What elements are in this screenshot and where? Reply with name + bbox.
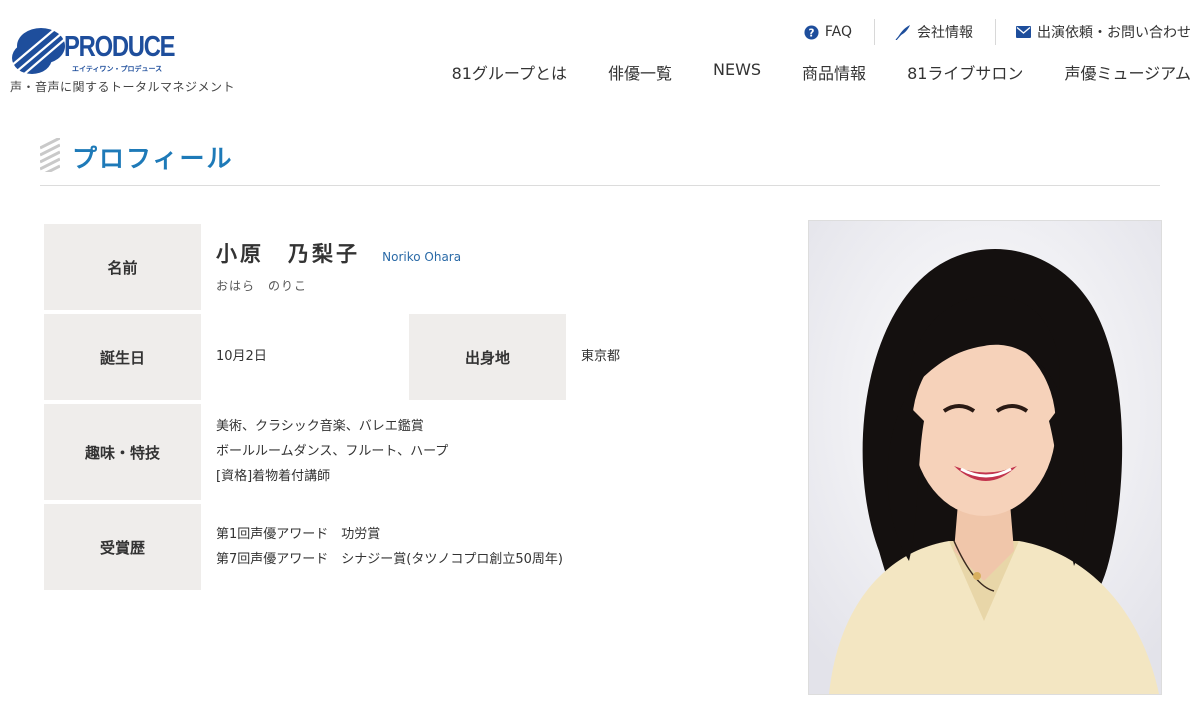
question-circle-icon: ?: [804, 24, 819, 40]
logo-wordmark: PRODUCE: [64, 31, 176, 63]
birthday-label: 誕生日: [44, 314, 201, 400]
logo-tagline: 声・音声に関するトータルマネジメント: [10, 80, 236, 94]
awards-label: 受賞歴: [44, 504, 201, 590]
section-header: プロフィール: [40, 137, 1160, 186]
birthday-value: 10月2日: [216, 349, 267, 364]
utility-nav: ? FAQ 会社情報 出演依頼・お問い合わせ: [804, 19, 1191, 45]
name-jp: 小原 乃梨子: [216, 242, 360, 266]
company-info-link[interactable]: 会社情報: [875, 19, 973, 45]
portrait-photo: [809, 221, 1161, 694]
page-title: プロフィール: [72, 144, 234, 173]
name-kana: おはら のりこ: [216, 279, 308, 293]
svg-text:?: ?: [808, 27, 814, 39]
site-logo[interactable]: PRODUCE エイティワン・プロデュース 声・音声に関するトータルマネジメント: [10, 22, 250, 97]
stripes-icon: [40, 138, 60, 172]
awards-list: 第1回声優アワード 功労賞 第7回声優アワード シナジー賞(タツノコプロ創立50…: [216, 522, 776, 572]
nav-news[interactable]: NEWS: [713, 60, 761, 84]
nav-live-salon[interactable]: 81ライブサロン: [907, 60, 1023, 84]
contact-label: 出演依頼・お問い合わせ: [1037, 25, 1191, 41]
hobby-item: [資格]着物着付講師: [216, 469, 331, 484]
nav-about-81group[interactable]: 81グループとは: [452, 60, 567, 84]
hobby-label: 趣味・特技: [44, 404, 201, 500]
profile-photo: [808, 220, 1162, 695]
company-info-label: 会社情報: [917, 25, 973, 41]
hobby-list: 美術、クラシック音楽、バレエ鑑賞 ボールルームダンス、フルート、ハープ [資格]…: [216, 414, 776, 489]
name-en: Noriko Ohara: [382, 250, 462, 264]
faq-link[interactable]: ? FAQ: [804, 19, 852, 45]
hobby-item: ボールルームダンス、フルート、ハープ: [216, 444, 449, 459]
quill-icon: [895, 24, 911, 40]
contact-link[interactable]: 出演依頼・お問い合わせ: [996, 19, 1191, 45]
logo-kana: エイティワン・プロデュース: [72, 65, 163, 73]
logo-mark-icon: [10, 22, 72, 76]
hobby-item: 美術、クラシック音楽、バレエ鑑賞: [216, 419, 424, 434]
nav-actor-list[interactable]: 俳優一覧: [608, 60, 672, 84]
nav-products[interactable]: 商品情報: [802, 60, 866, 84]
main-nav: 81グループとは 俳優一覧 NEWS 商品情報 81ライブサロン 声優ミュージア…: [411, 60, 1191, 84]
award-item: 第1回声優アワード 功労賞: [216, 527, 381, 542]
birthplace-value: 東京都: [581, 349, 621, 364]
name-label: 名前: [44, 224, 201, 310]
faq-label: FAQ: [824, 24, 852, 40]
envelope-icon: [1016, 26, 1031, 38]
birthplace-label: 出身地: [409, 314, 566, 400]
nav-voice-museum[interactable]: 声優ミュージアム: [1064, 60, 1191, 84]
award-item: 第7回声優アワード シナジー賞(タツノコプロ創立50周年): [216, 552, 563, 567]
name-cell: 小原 乃梨子 Noriko Ohara おはら のりこ: [216, 238, 776, 299]
